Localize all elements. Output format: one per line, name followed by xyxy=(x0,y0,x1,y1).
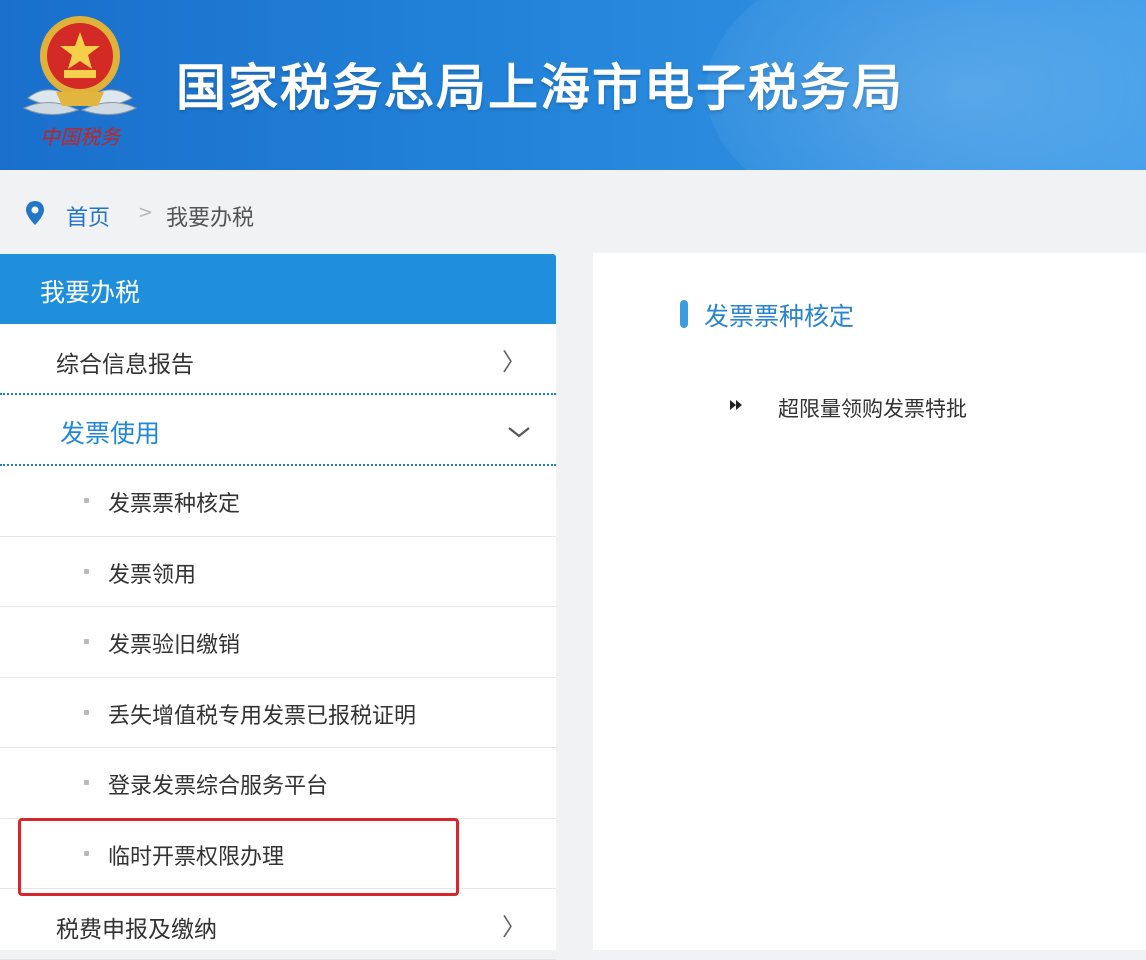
location-pin-icon xyxy=(24,200,46,226)
breadcrumb-separator: > xyxy=(138,202,154,223)
sub-item-invoice-service-platform[interactable]: 登录发票综合服务平台 xyxy=(0,748,556,819)
site-header: 中国税务 国家税务总局上海市电子税务局 xyxy=(0,0,1146,170)
section-title: 发票票种核定 xyxy=(704,302,855,331)
sidebar-item-label: 综合信息报告 xyxy=(56,352,194,378)
bullet-icon xyxy=(84,639,89,644)
tax-emblem-icon[interactable]: 中国税务 xyxy=(20,10,140,155)
sub-item-label: 发票验旧缴销 xyxy=(108,633,241,658)
sub-item-label: 发票领用 xyxy=(108,562,197,588)
sidebar-item-comprehensive-info[interactable]: 综合信息报告 〉 xyxy=(0,324,556,395)
sub-item-label: 临时开票权限办理 xyxy=(108,844,285,870)
bullet-icon xyxy=(84,498,89,503)
sidebar-item-label: 发票使用 xyxy=(60,419,161,448)
chevron-right-icon: 〉 xyxy=(502,348,526,376)
svg-text:中国税务: 中国税务 xyxy=(40,125,122,149)
sub-item-label: 登录发票综合服务平台 xyxy=(108,774,329,799)
link-over-limit-invoice-approval[interactable]: 超限量领购发票特批 xyxy=(778,393,967,423)
bullet-icon xyxy=(84,850,89,856)
sidebar-item-tax-declaration-payment[interactable]: 税费申报及缴纳 〉 xyxy=(0,889,556,960)
breadcrumb-home-link[interactable]: 首页 xyxy=(66,200,110,232)
bullet-icon xyxy=(84,568,89,574)
site-title: 国家税务总局上海市电子税务局 xyxy=(176,59,904,117)
section-accent-bar xyxy=(680,300,688,328)
sidebar: 我要办税 综合信息报告 〉 发票使用 发票票种核定 发票领用 发票验旧缴销 丢失… xyxy=(0,254,556,960)
sub-item-temporary-invoicing-permission[interactable]: 临时开票权限办理 xyxy=(0,819,556,889)
sub-item-label: 发票票种核定 xyxy=(108,492,241,517)
chevron-down-icon xyxy=(508,423,530,438)
sub-item-invoice-type-approval[interactable]: 发票票种核定 xyxy=(0,466,556,537)
chevron-right-icon: 〉 xyxy=(502,913,526,941)
sub-item-lost-vat-invoice-proof[interactable]: 丢失增值税专用发票已报税证明 xyxy=(0,678,556,748)
sub-item-invoice-collection[interactable]: 发票领用 xyxy=(0,537,556,607)
bullet-icon xyxy=(84,709,89,715)
sub-item-invoice-verify-cancel[interactable]: 发票验旧缴销 xyxy=(0,607,556,678)
sidebar-item-label: 税费申报及缴纳 xyxy=(56,917,217,943)
breadcrumb-current: 我要办税 xyxy=(166,206,255,231)
sub-item-label: 丢失增值税专用发票已报税证明 xyxy=(108,703,417,729)
sidebar-heading: 我要办税 xyxy=(0,254,556,324)
double-arrow-icon xyxy=(729,397,745,411)
main-content: 发票票种核定 超限量领购发票特批 xyxy=(593,253,1146,950)
breadcrumb: 首页 > 我要办税 xyxy=(0,170,1146,254)
bullet-icon xyxy=(84,780,89,785)
sidebar-item-invoice-use[interactable]: 发票使用 xyxy=(0,395,556,466)
